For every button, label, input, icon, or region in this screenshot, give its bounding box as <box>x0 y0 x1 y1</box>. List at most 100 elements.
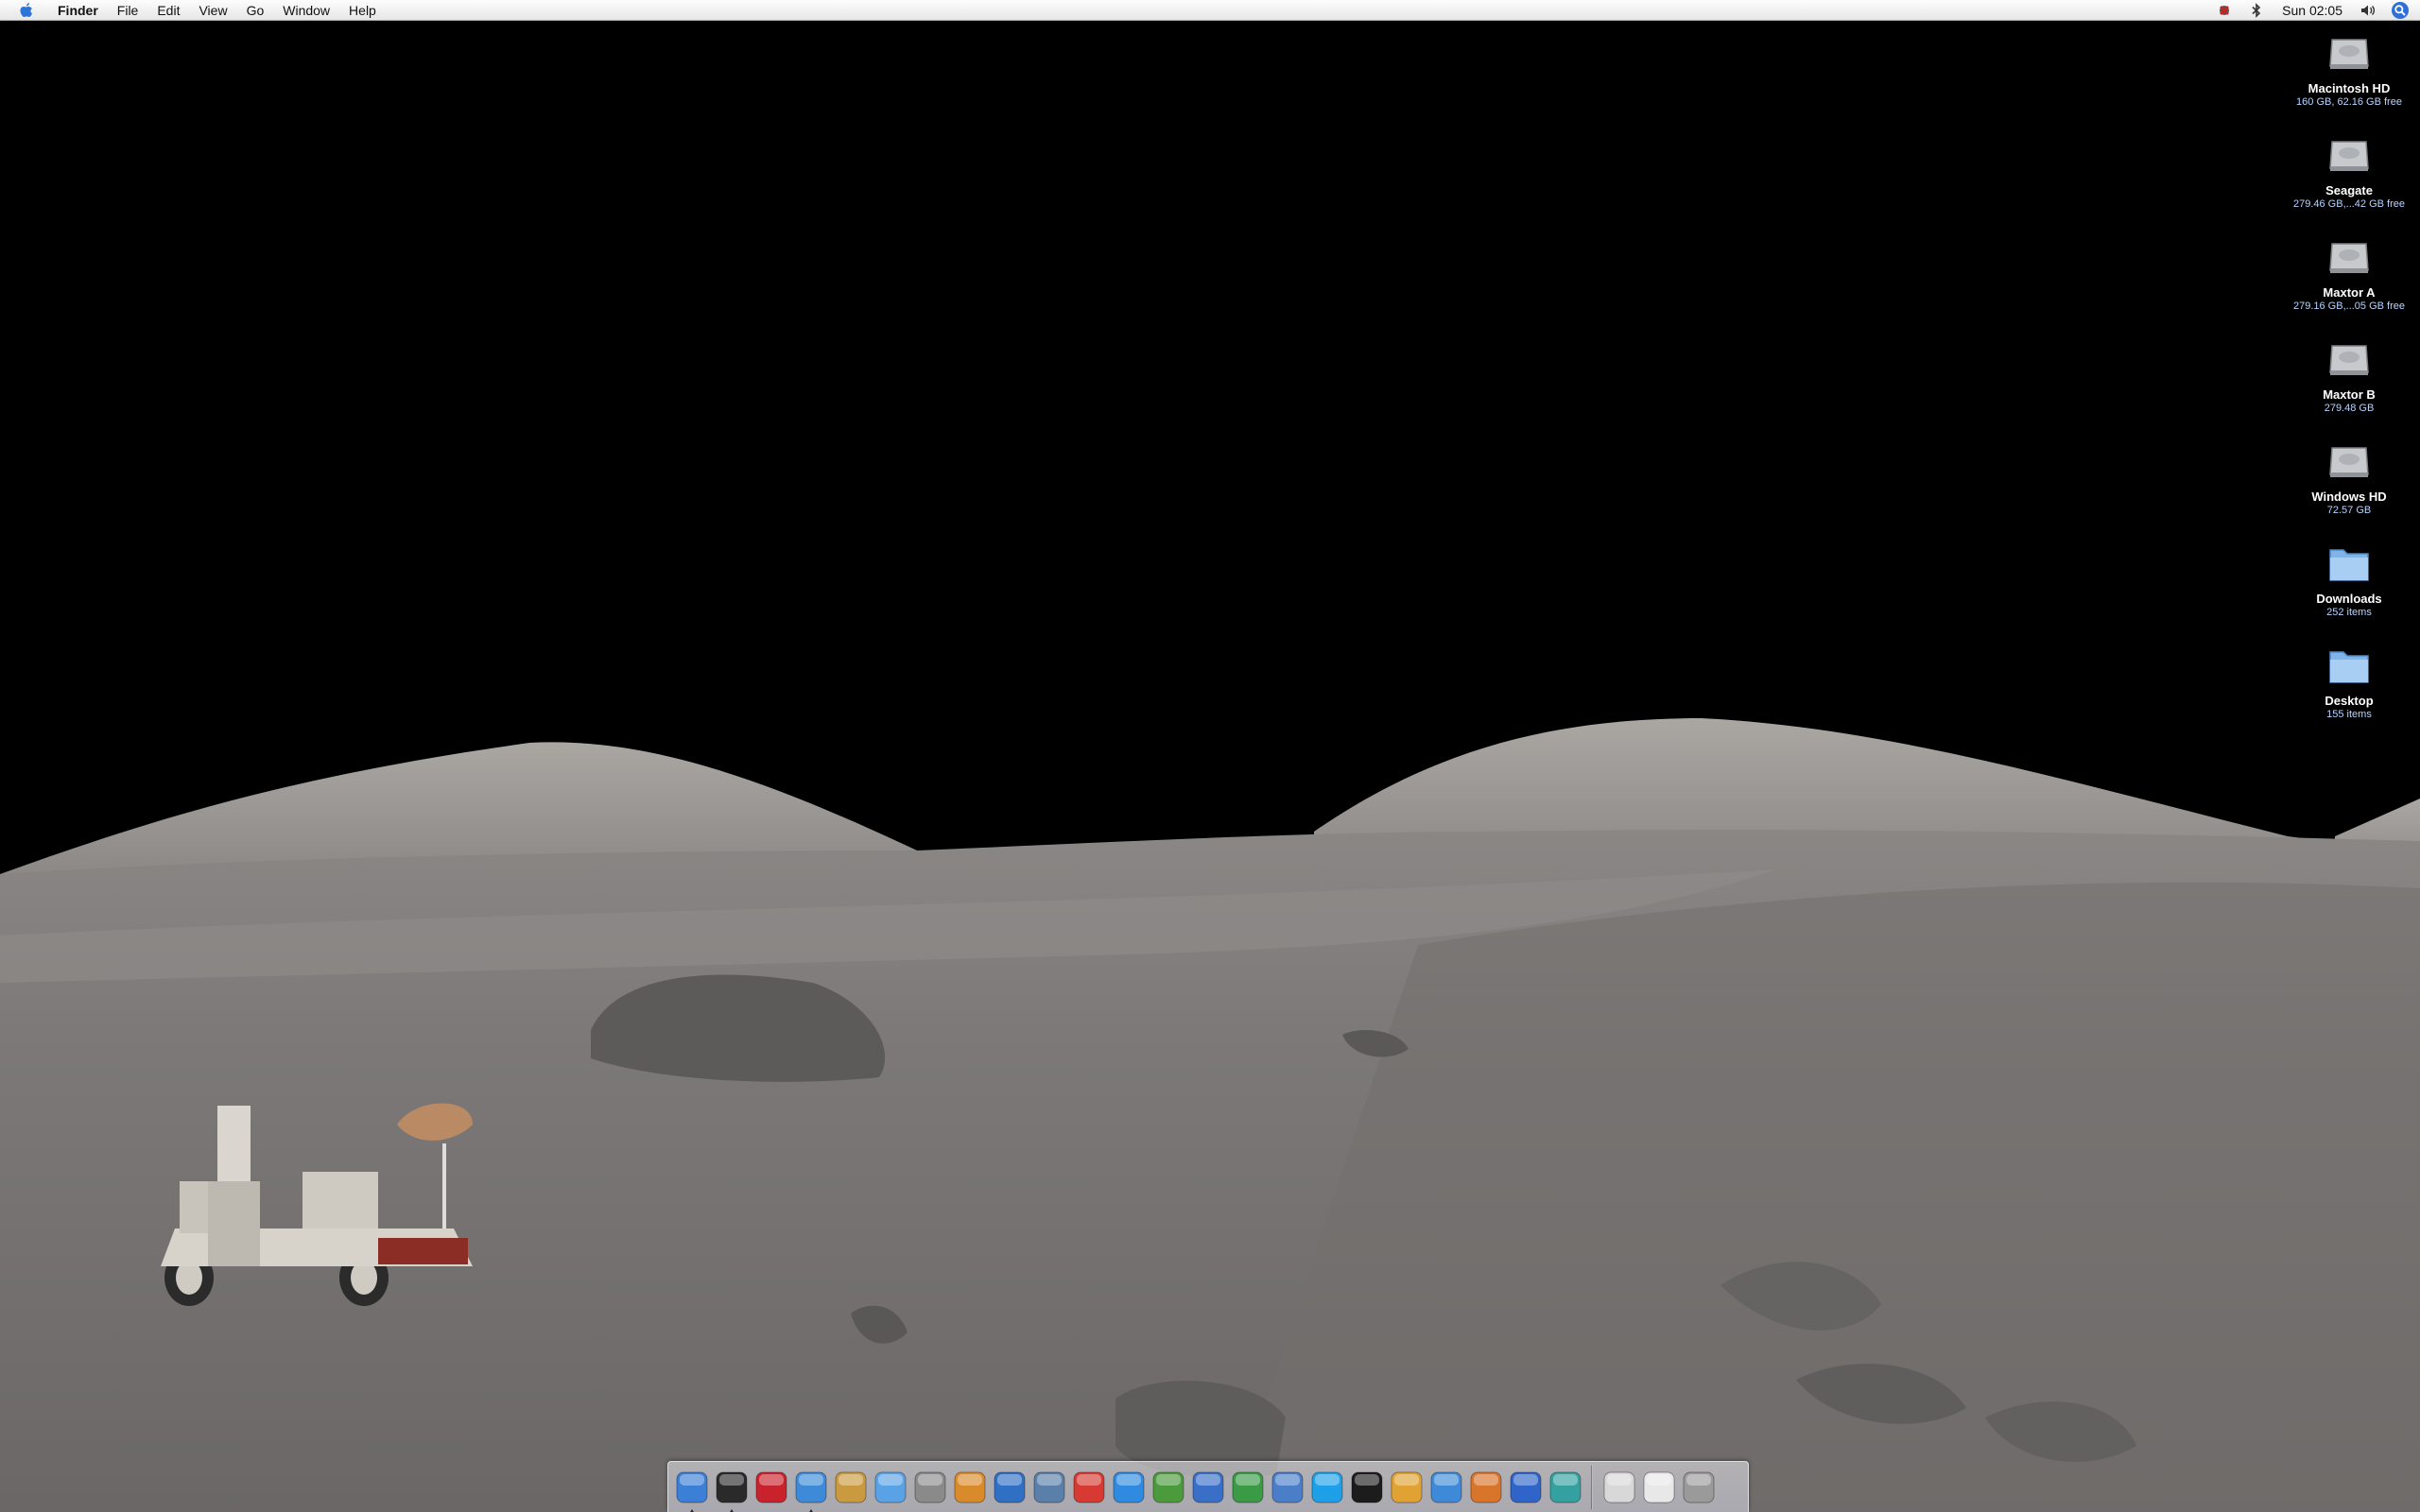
desktop-icon-info: 252 items <box>2326 607 2372 618</box>
desktop-icon-label: Downloads <box>2316 592 2382 606</box>
document-stack-2-icon <box>1643 1471 1674 1503</box>
menu-view[interactable]: View <box>189 0 236 21</box>
dock-item-trash[interactable] <box>1679 1467 1718 1508</box>
dock-item-quicktime[interactable] <box>1109 1467 1148 1508</box>
excel-icon <box>1232 1471 1263 1503</box>
trash-icon <box>1683 1471 1714 1503</box>
desktop-icon-info: 279.46 GB,...42 GB free <box>2292 198 2405 210</box>
itunes-icon <box>874 1471 906 1503</box>
hard-drive-icon <box>2329 243 2369 273</box>
word-icon <box>1192 1471 1223 1503</box>
dock-item-word[interactable] <box>1188 1467 1227 1508</box>
desktop-wallpaper <box>0 0 2420 1512</box>
desktop-icon-info: 160 GB, 62.16 GB free <box>2296 96 2402 108</box>
menu-help[interactable]: Help <box>339 0 386 21</box>
desktop-icon-info: 279.16 GB,...05 GB free <box>2292 301 2405 312</box>
iphoto-icon <box>954 1471 985 1503</box>
folder-icon <box>2329 651 2369 683</box>
desktop-icon-maxtor-b[interactable]: Maxtor B 279.48 GB <box>2278 335 2420 414</box>
dock-item-excel[interactable] <box>1228 1467 1267 1508</box>
apple-menu-icon[interactable] <box>16 0 37 21</box>
bluetooth-icon[interactable] <box>2246 0 2267 21</box>
finder-icon <box>676 1471 707 1503</box>
menu-clock[interactable]: Sun 02:05 <box>2273 0 2352 21</box>
imovie-icon <box>994 1471 1025 1503</box>
desktop-icon-label: Macintosh HD <box>2308 81 2391 95</box>
hard-drive-icon <box>2329 345 2369 375</box>
document-stack-icon <box>1603 1471 1634 1503</box>
ichat-icon <box>1430 1471 1461 1503</box>
running-indicator <box>807 1508 814 1512</box>
dock-item-ichat[interactable] <box>1426 1467 1465 1508</box>
desktop-icon-maxtor-a[interactable]: Maxtor A 279.16 GB,...05 GB free <box>2278 232 2420 312</box>
dock-item-preview[interactable] <box>1029 1467 1068 1508</box>
running-indicator <box>688 1508 695 1512</box>
dock-item-finder[interactable] <box>672 1467 711 1512</box>
desktop-icon-info: 72.57 GB <box>2326 505 2372 516</box>
dock-item-dashboard[interactable] <box>712 1467 751 1512</box>
dock-item-bird-app[interactable] <box>1506 1467 1545 1508</box>
dashboard-icon <box>716 1471 747 1503</box>
dock-item-ical[interactable] <box>1069 1467 1108 1508</box>
dock-item-skype[interactable] <box>1307 1467 1346 1508</box>
x11-icon <box>1152 1471 1184 1503</box>
dock-item-itunes[interactable] <box>871 1467 909 1508</box>
quicktime-icon <box>1113 1471 1144 1503</box>
dock-item-terminal[interactable] <box>1347 1467 1386 1508</box>
address-book-icon <box>835 1471 866 1503</box>
quill-app-icon <box>1549 1471 1581 1503</box>
dock-item-sync[interactable] <box>910 1467 949 1508</box>
bird-app-icon <box>1510 1471 1541 1503</box>
menu-file[interactable]: File <box>108 0 148 21</box>
dock <box>667 1461 1749 1512</box>
spotlight-search-icon[interactable] <box>2390 0 2411 21</box>
ical-icon <box>1073 1471 1104 1503</box>
desktop-icon-seagate[interactable]: Seagate 279.46 GB,...42 GB free <box>2278 130 2420 210</box>
desktop-icon-windows-hd[interactable]: Windows HD 72.57 GB <box>2278 437 2420 516</box>
desktop-icon-label: Windows HD <box>2311 490 2387 504</box>
xcode-icon <box>1271 1471 1303 1503</box>
desktop-icon-label: Maxtor B <box>2323 387 2376 402</box>
menu-app-finder[interactable]: Finder <box>48 0 108 21</box>
dock-item-iphoto[interactable] <box>950 1467 989 1508</box>
preview-icon <box>1033 1471 1064 1503</box>
dock-item-document-stack[interactable] <box>1599 1467 1638 1508</box>
desktop-icon-info: 279.48 GB <box>2324 403 2375 414</box>
sync-icon <box>914 1471 945 1503</box>
dock-item-yahoo-widgets[interactable] <box>752 1467 790 1508</box>
menu-edit[interactable]: Edit <box>147 0 189 21</box>
hard-drive-icon <box>2329 141 2369 171</box>
hard-drive-icon <box>2329 39 2369 69</box>
yahoo-widgets-icon <box>755 1471 786 1503</box>
desktop-icon-label: Maxtor A <box>2323 285 2376 300</box>
dock-separator <box>1591 1465 1593 1509</box>
desktop-icon-desktop[interactable]: Desktop 155 items <box>2278 641 2420 720</box>
dock-item-xcode[interactable] <box>1268 1467 1306 1508</box>
terminal-icon <box>1351 1471 1382 1503</box>
dock-item-x11[interactable] <box>1149 1467 1187 1508</box>
dock-item-matlab[interactable] <box>1466 1467 1505 1508</box>
menu-go[interactable]: Go <box>237 0 274 21</box>
desktop-icon-info: 155 items <box>2326 709 2372 720</box>
dock-item-imovie[interactable] <box>990 1467 1028 1508</box>
dock-item-quill-app[interactable] <box>1546 1467 1584 1508</box>
dock-item-address-book[interactable] <box>831 1467 870 1508</box>
desktop-icon-downloads[interactable]: Downloads 252 items <box>2278 539 2420 618</box>
desktop-icon-label: Seagate <box>2325 183 2373 198</box>
menu-extras: Sun 02:05 <box>2208 0 2420 21</box>
dock-item-adium[interactable] <box>1387 1467 1426 1508</box>
matlab-icon <box>1470 1471 1501 1503</box>
dock-item-document-stack-2[interactable] <box>1639 1467 1678 1508</box>
desktop-icon-label: Desktop <box>2325 694 2374 708</box>
desktop-icon-macintosh-hd[interactable]: Macintosh HD 160 GB, 62.16 GB free <box>2278 28 2420 108</box>
hard-drive-icon <box>2329 447 2369 477</box>
status-app-icon[interactable] <box>2214 0 2235 21</box>
safari-compass-icon <box>795 1471 826 1503</box>
dock-item-safari-compass[interactable] <box>791 1467 830 1512</box>
volume-icon[interactable] <box>2358 0 2378 21</box>
running-indicator <box>728 1508 735 1512</box>
menu-window[interactable]: Window <box>273 0 339 21</box>
folder-icon <box>2329 549 2369 581</box>
menu-bar: Finder File Edit View Go Window Help Sun… <box>0 0 2420 21</box>
adium-icon <box>1391 1471 1422 1503</box>
